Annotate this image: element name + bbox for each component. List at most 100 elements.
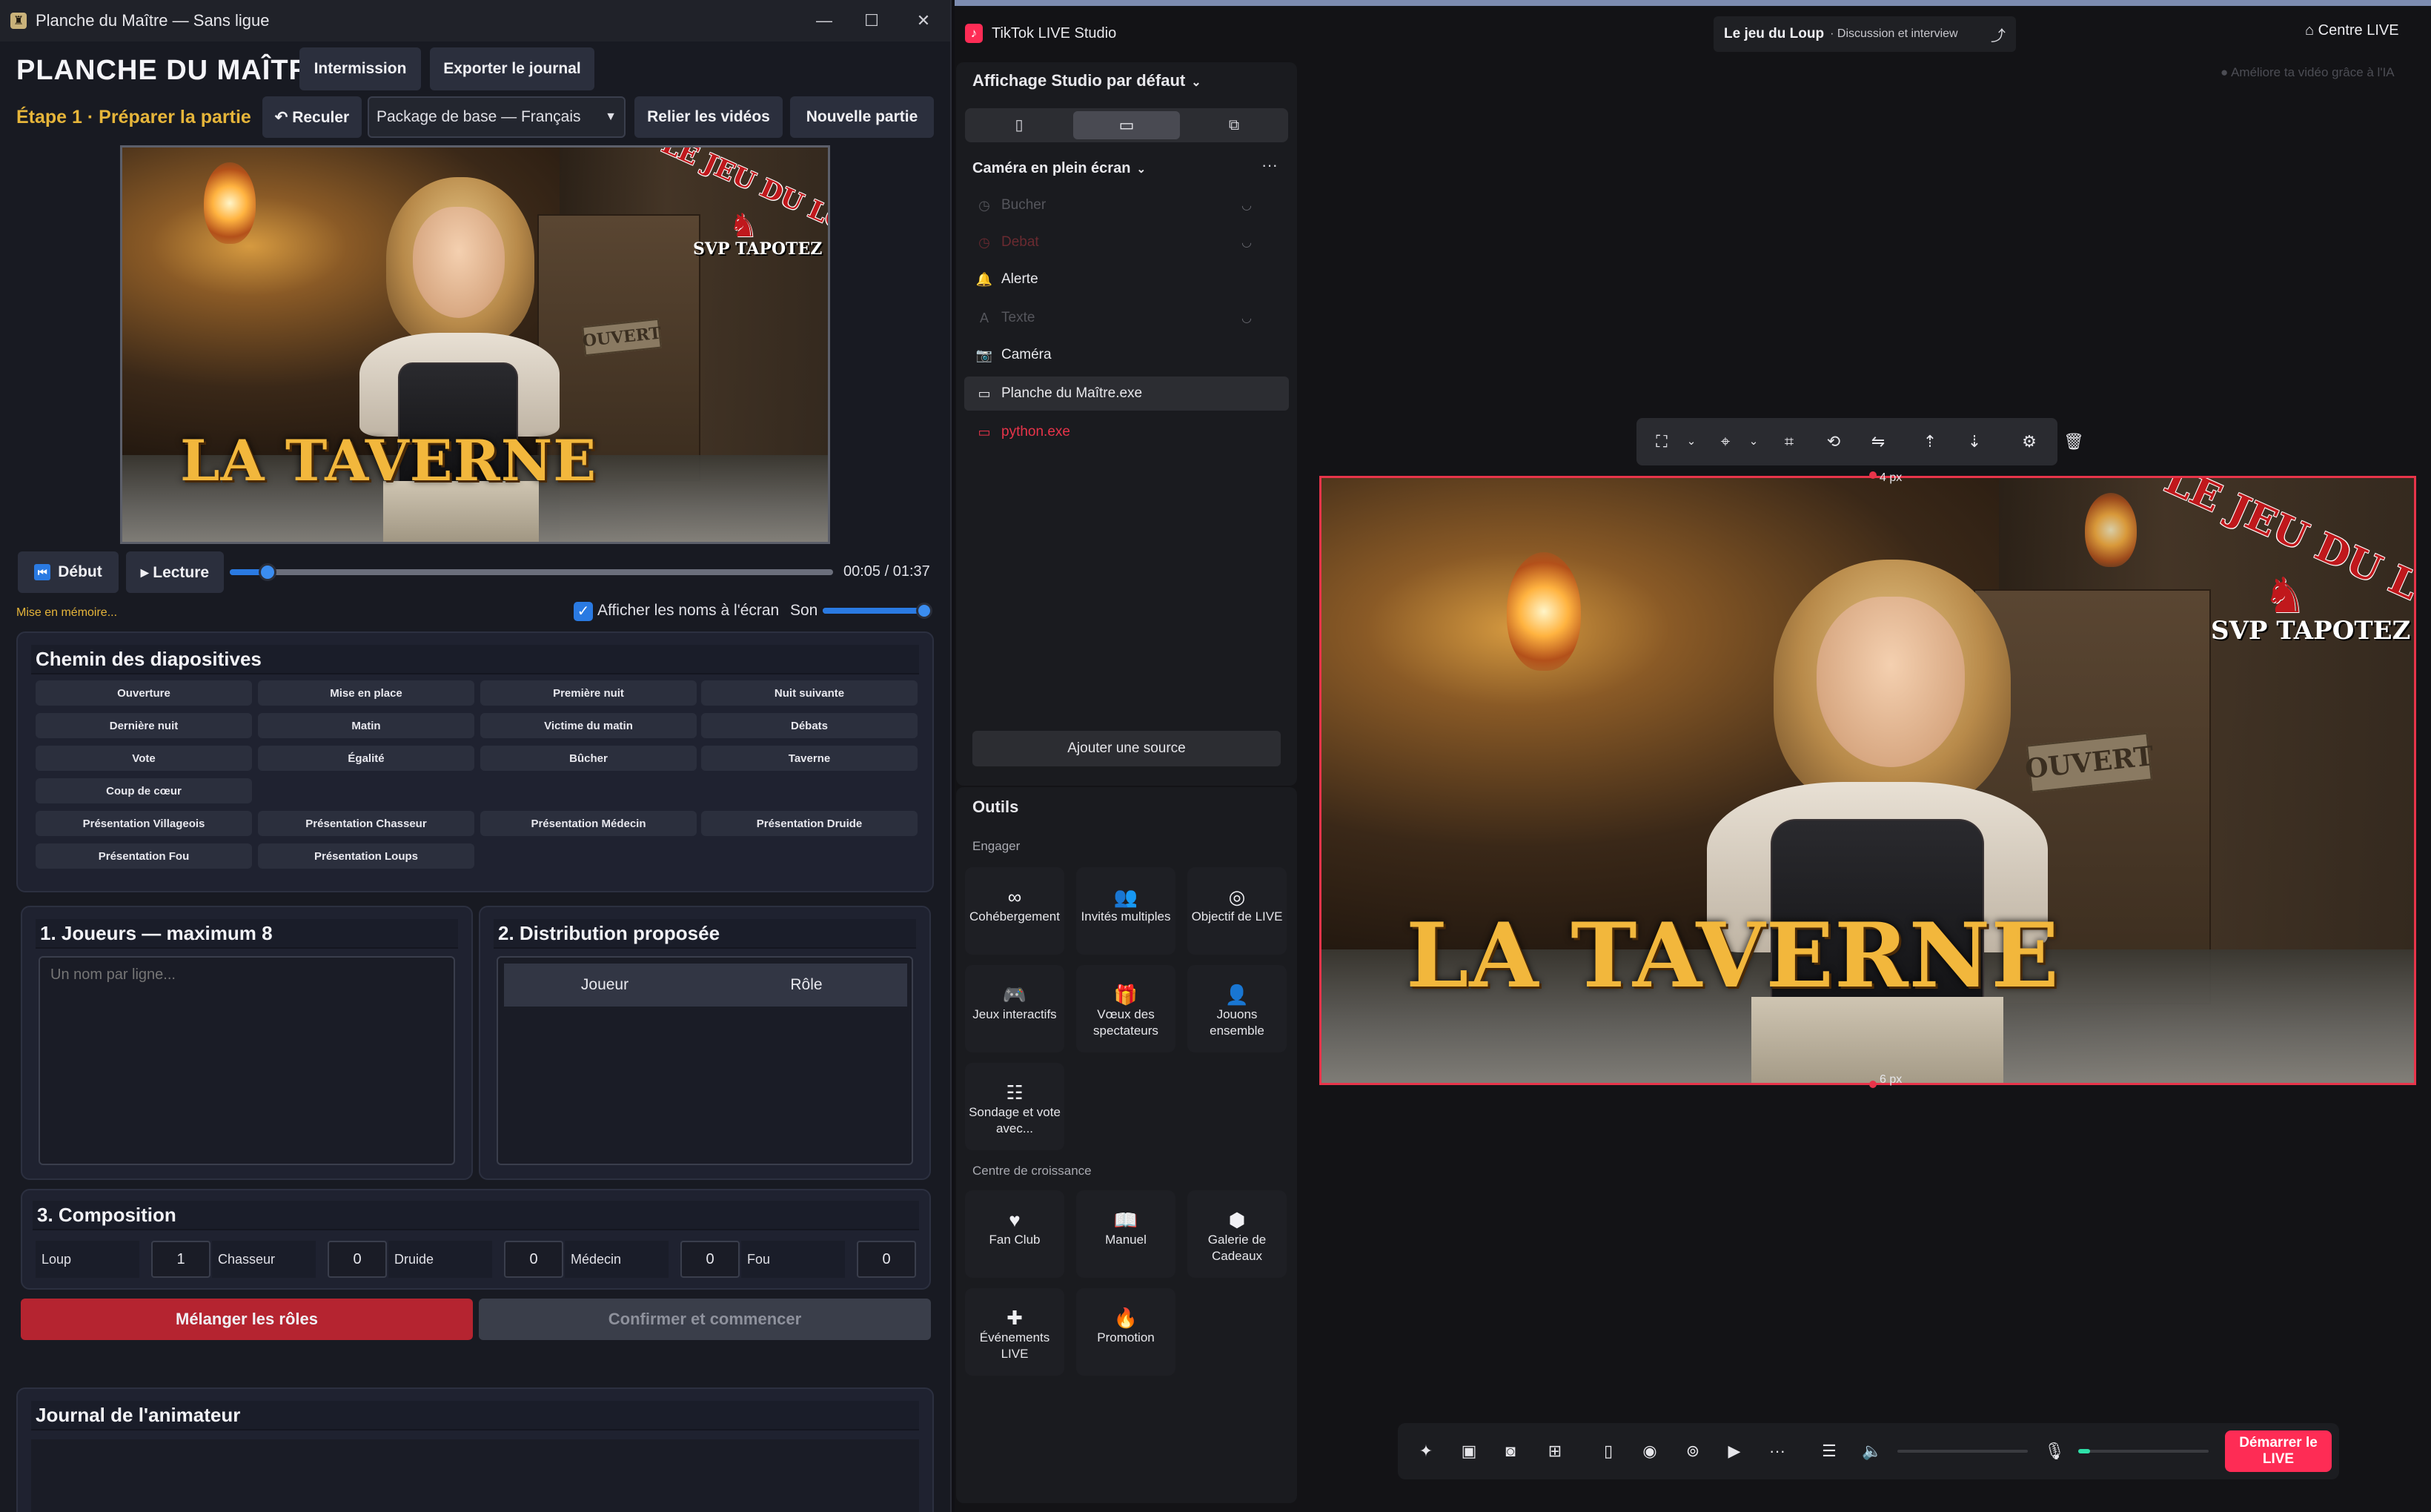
resize-handle[interactable]	[1869, 1081, 1877, 1088]
slide-chip[interactable]: Première nuit	[480, 680, 697, 706]
move-up-icon[interactable]: ⇡	[1915, 428, 1945, 455]
rotate-icon[interactable]: ⟲	[1819, 428, 1848, 455]
ai-hint[interactable]: ● Améliore ta vidéo grâce à l'IA	[2221, 65, 2395, 80]
slide-chip[interactable]: Matin	[258, 713, 474, 738]
engage-tool[interactable]: 👤 Jouons ensemble	[1187, 965, 1287, 1052]
export-log-button[interactable]: Exporter le journal	[430, 47, 594, 90]
sound-handle[interactable]	[916, 603, 932, 619]
slide-chip[interactable]: Présentation Druide	[701, 811, 918, 836]
slide-chip[interactable]: Présentation Villageois	[36, 811, 252, 836]
slide-chip[interactable]: Présentation Loups	[258, 843, 474, 869]
new-game-button[interactable]: Nouvelle partie	[790, 96, 934, 138]
composition-count-input[interactable]: 0	[857, 1241, 916, 1278]
share-icon[interactable]: ⤴	[1991, 24, 2006, 45]
speaker-icon[interactable]: 🔈	[1857, 1438, 1887, 1465]
source-item[interactable]: ▭ Planche du Maître.exe	[964, 377, 1289, 411]
add-scene-icon[interactable]: ⊞	[1540, 1438, 1570, 1465]
confirm-start-button[interactable]: Confirmer et commencer	[479, 1299, 931, 1340]
source-item[interactable]: ◷ Debat ◡	[964, 225, 1289, 259]
composition-count-input[interactable]: 0	[680, 1241, 740, 1278]
move-down-icon[interactable]: ⇣	[1960, 428, 1989, 455]
engage-tool[interactable]: ∞ Cohébergement	[965, 867, 1064, 955]
settings-icon[interactable]: ⚙	[2014, 428, 2044, 455]
seek-bar[interactable]	[230, 563, 833, 581]
engage-tool[interactable]: ◎ Objectif de LIVE	[1187, 867, 1287, 955]
position-icon[interactable]: ⌖	[1711, 428, 1740, 455]
go-live-button[interactable]: Démarrer le LIVE	[2225, 1430, 2332, 1472]
composition-count-input[interactable]: 0	[328, 1241, 387, 1278]
source-item[interactable]: ▭ python.exe	[964, 415, 1289, 449]
engage-tool[interactable]: 👥 Invités multiples	[1076, 867, 1175, 955]
fit-screen-icon[interactable]: ⛶	[1647, 428, 1677, 455]
dual-layout-icon[interactable]: ⧉	[1183, 111, 1285, 139]
source-item[interactable]: 📷 Caméra	[964, 338, 1289, 372]
growth-tool[interactable]: 📖 Manuel	[1076, 1190, 1175, 1278]
composition-count-input[interactable]: 0	[504, 1241, 563, 1278]
live-center-link[interactable]: ⌂ Centre LIVE	[2305, 22, 2399, 39]
portrait-icon[interactable]: ▯	[968, 111, 1070, 139]
slide-chip[interactable]: Victime du matin	[480, 713, 697, 738]
live-preview[interactable]: OUVERT LA TAVERNE LE JEU DU LOUP ♞ SVP T…	[1319, 476, 2416, 1085]
phone-icon[interactable]: ▯	[1593, 1438, 1623, 1465]
minimize-icon[interactable]: —	[809, 6, 839, 36]
slide-chip[interactable]: Dernière nuit	[36, 713, 252, 738]
slide-chip[interactable]: Ouverture	[36, 680, 252, 706]
source-item[interactable]: 🔔 Alerte	[964, 262, 1289, 296]
growth-tool[interactable]: 🔥 Promotion	[1076, 1288, 1175, 1376]
slide-chip[interactable]: Bûcher	[480, 746, 697, 771]
hidden-eye-icon[interactable]: ◡	[1241, 198, 1252, 213]
sliders-icon[interactable]: ☰	[1814, 1438, 1844, 1465]
growth-tool[interactable]: ✚ Événements LIVE	[965, 1288, 1064, 1376]
close-icon[interactable]: ✕	[909, 6, 938, 36]
more-icon[interactable]: ···	[1261, 156, 1278, 175]
seek-handle[interactable]	[259, 563, 277, 581]
composition-count-input[interactable]: 1	[151, 1241, 210, 1278]
slide-chip[interactable]: Débats	[701, 713, 918, 738]
landscape-icon[interactable]: ▭	[1073, 111, 1180, 139]
volume-slider[interactable]	[1897, 1450, 2028, 1453]
link-videos-button[interactable]: Relier les vidéos	[634, 96, 783, 138]
growth-tool[interactable]: ⬢ Galerie de Cadeaux	[1187, 1190, 1287, 1278]
show-names-checkbox[interactable]: ✓	[574, 602, 593, 621]
video-camera-icon[interactable]: ▶	[1719, 1438, 1749, 1465]
resize-handle[interactable]	[1869, 471, 1877, 479]
slide-chip[interactable]: Présentation Chasseur	[258, 811, 474, 836]
flip-icon[interactable]: ⇋	[1863, 428, 1893, 455]
slide-chip[interactable]: Nuit suivante	[701, 680, 918, 706]
start-button[interactable]: ⏮ Début	[18, 551, 119, 593]
image-edit-icon[interactable]: ▣	[1454, 1438, 1484, 1465]
hidden-eye-icon[interactable]: ◡	[1241, 311, 1252, 325]
slide-chip[interactable]: Coup de cœur	[36, 778, 252, 803]
mic-slider[interactable]	[2078, 1449, 2209, 1453]
back-button[interactable]: ↶ Reculer	[262, 96, 362, 138]
delete-icon[interactable]: 🗑	[2059, 428, 2089, 455]
stream-title-bar[interactable]: Le jeu du Loup · Discussion et interview…	[1714, 16, 2016, 52]
camera-icon[interactable]: ◙	[1496, 1438, 1525, 1465]
package-select[interactable]: Package de base — Français ▼	[368, 96, 626, 138]
source-item[interactable]: A Texte ◡	[964, 301, 1289, 335]
slide-chip[interactable]: Vote	[36, 746, 252, 771]
crop-icon[interactable]: ⌗	[1774, 428, 1804, 455]
chevron-down-icon[interactable]: ⌄	[1677, 428, 1706, 455]
more-icon[interactable]: ···	[1762, 1438, 1792, 1465]
slide-chip[interactable]: Égalité	[258, 746, 474, 771]
scene-select[interactable]: Caméra en plein écran ⌄	[972, 160, 1146, 177]
shuffle-roles-button[interactable]: Mélanger les rôles	[21, 1299, 473, 1340]
hidden-eye-icon[interactable]: ◡	[1241, 235, 1252, 250]
source-item[interactable]: ◷ Bucher ◡	[964, 188, 1289, 222]
slide-chip[interactable]: Présentation Médecin	[480, 811, 697, 836]
microphone-icon[interactable]: 🎙	[2040, 1438, 2069, 1465]
maximize-icon[interactable]: ☐	[857, 6, 886, 36]
magic-wand-icon[interactable]: ✦	[1411, 1438, 1441, 1465]
sound-slider[interactable]	[823, 603, 932, 619]
intermission-button[interactable]: Intermission	[299, 47, 421, 90]
engage-tool[interactable]: 🎁 Vœux des spectateurs	[1076, 965, 1175, 1052]
slide-chip[interactable]: Présentation Fou	[36, 843, 252, 869]
slide-chip[interactable]: Mise en place	[258, 680, 474, 706]
growth-tool[interactable]: ♥ Fan Club	[965, 1190, 1064, 1278]
slide-chip[interactable]: Taverne	[701, 746, 918, 771]
engage-tool[interactable]: ☷ Sondage et vote avec...	[965, 1063, 1064, 1150]
players-input[interactable]	[39, 956, 455, 1165]
screen-record-icon[interactable]: ⊚	[1678, 1438, 1708, 1465]
chevron-down-icon[interactable]: ⌄	[1739, 428, 1768, 455]
